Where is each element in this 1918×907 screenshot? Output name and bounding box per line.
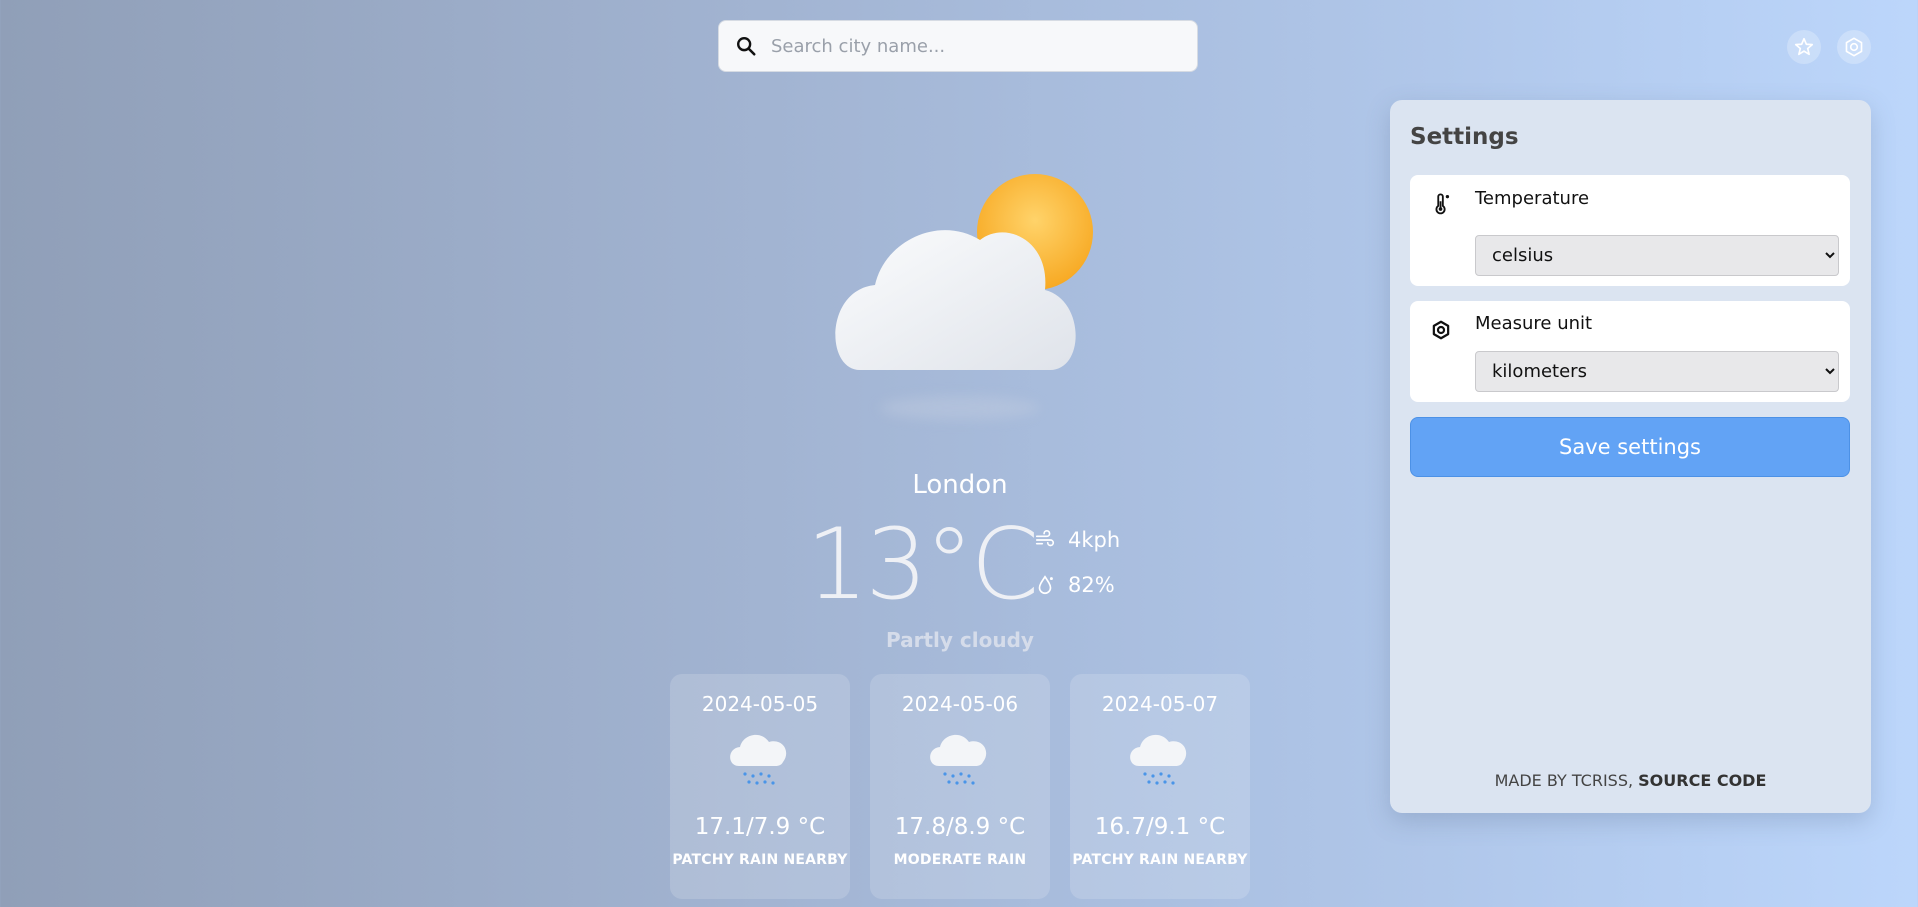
search-bar[interactable]	[718, 20, 1198, 72]
wind-icon	[1035, 530, 1055, 547]
credit-footer: MADE BY TCRISS, SOURCE CODE	[1390, 771, 1871, 790]
measure-option: Measure unit kilometers	[1410, 301, 1850, 402]
rain-cloud-icon	[1130, 734, 1187, 785]
thermometer-icon	[1435, 193, 1450, 215]
forecast-description: MODERATE RAIN	[893, 852, 1027, 868]
humidity-stat: 82%	[1034, 573, 1115, 597]
weather-illustration	[820, 170, 1100, 430]
forecast-date: 2024-05-05	[701, 692, 819, 716]
partly-cloudy-icon	[835, 174, 1093, 370]
temperature-label: Temperature	[1475, 188, 1590, 209]
measure-select[interactable]: kilometers	[1475, 351, 1839, 392]
hexagon-gear-icon	[1432, 320, 1450, 340]
rain-cloud-icon	[730, 734, 787, 785]
source-code-link[interactable]: SOURCE CODE	[1638, 771, 1766, 790]
humidity-value: 82%	[1068, 573, 1115, 597]
droplet-icon	[1038, 575, 1053, 594]
forecast-card: 2024-05-07 16.7/9.1 °C PATCHY RAIN NEARB…	[1070, 674, 1250, 899]
forecast-card: 2024-05-05 17.1/7.9 °C PATCHY RAIN NEARB…	[670, 674, 850, 899]
forecast-description: PATCHY RAIN NEARBY	[1072, 852, 1248, 868]
forecast-range: 17.1/7.9 °C	[694, 814, 826, 840]
gear-icon	[1845, 37, 1863, 57]
wind-stat: 4kph	[1034, 528, 1120, 552]
temperature-select[interactable]: celsius	[1475, 235, 1839, 276]
search-icon	[737, 37, 756, 56]
temperature-option: Temperature celsius	[1410, 175, 1850, 286]
favorites-button[interactable]	[1787, 30, 1821, 64]
current-temperature: 13°C	[806, 508, 1039, 622]
rain-cloud-icon	[930, 734, 987, 785]
forecast-range: 17.8/8.9 °C	[894, 814, 1026, 840]
forecast-range: 16.7/9.1 °C	[1094, 814, 1226, 840]
forecast-date: 2024-05-06	[901, 692, 1019, 716]
measure-label: Measure unit	[1475, 313, 1593, 334]
save-settings-button[interactable]: Save settings	[1410, 417, 1850, 477]
forecast-date: 2024-05-07	[1101, 692, 1219, 716]
wind-value: 4kph	[1068, 528, 1121, 552]
search-input[interactable]	[771, 35, 1171, 57]
settings-button[interactable]	[1837, 30, 1871, 64]
credit-text: MADE BY TCRISS,	[1494, 771, 1634, 790]
forecast-description: PATCHY RAIN NEARBY	[672, 852, 848, 868]
forecast-card: 2024-05-06 17.8/8.9 °C MODERATE RAIN	[870, 674, 1050, 899]
settings-panel: Settings Temperature celsius Measure uni…	[1390, 100, 1871, 813]
settings-title: Settings	[1410, 124, 1519, 150]
illustration-shadow	[880, 396, 1040, 420]
star-icon	[1794, 37, 1814, 56]
